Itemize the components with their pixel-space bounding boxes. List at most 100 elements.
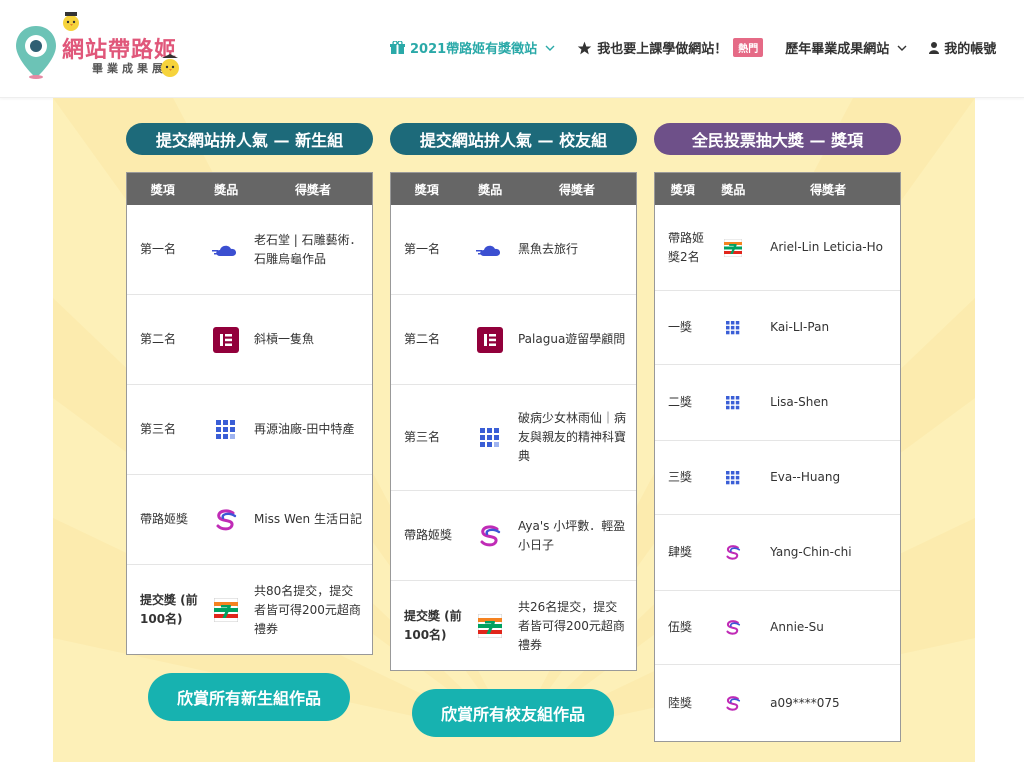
user-icon (929, 41, 940, 54)
header-winner: 得獎者 (558, 182, 595, 197)
winner-cell: 共80名提交，提交者皆可得200元超商禮券 (253, 583, 361, 636)
chevron-down-icon (897, 45, 907, 51)
table-row: 肆獎 Yang-Chin-chi (655, 515, 900, 591)
table-row: 提交獎 (前100名) 7 共26名提交，提交者皆可得200元超商禮券 (391, 581, 636, 671)
table-row: 第三名 再源油廠-田中特產 (127, 385, 372, 475)
table-row: 提交獎 (前100名) 7 共80名提交，提交者皆可得200元超商禮券 (127, 565, 372, 655)
s-logo-icon (711, 695, 757, 712)
public-vote-awards-table: 獎項 獎品 得獎者 帶路姬獎2名 7 Ariel-Lin Leticia-Ho … (654, 172, 901, 742)
winner-cell: 黑魚去旅行 (517, 242, 578, 256)
table-row: 第二名 Palagua遊留學顧問 (391, 295, 636, 385)
table-row: 伍獎 Annie-Su (655, 591, 900, 665)
logo-subtitle: 畢業成果展 (92, 62, 167, 75)
award-cell: 第一名 (404, 242, 441, 256)
winner-cell: Eva--Huang (770, 470, 841, 484)
main-nav: 2021帶路姬有獎徵站 我也要上課學做網站！ 熱門 歷年畢業成果網站 我的帳號 (390, 38, 1018, 57)
grid-icon (198, 419, 254, 440)
award-cell: 二獎 (668, 395, 693, 409)
winner-cell: 斜槓一隻魚 (253, 332, 314, 346)
elementor-icon (198, 326, 254, 353)
site-logo[interactable]: 網站帶路姬 畢業成果展 (12, 10, 187, 82)
grid-icon (711, 320, 757, 335)
award-cell: 帶路姬獎2名 (668, 230, 705, 264)
hot-badge: 熱門 (733, 38, 764, 57)
site-header: 網站帶路姬 畢業成果展 2021帶路姬有獎徵站 我也要上課學做網站！ 熱門 歷年… (0, 0, 1024, 98)
grid-icon (462, 427, 518, 448)
table-header: 獎項 獎品 得獎者 (655, 173, 900, 205)
grid-icon (711, 470, 757, 485)
s-logo-icon (711, 544, 757, 561)
map-pin-icon (16, 26, 56, 79)
table-row: 帶路姬獎2名 7 Ariel-Lin Leticia-Ho (655, 205, 900, 291)
table-row: 二獎 Lisa-Shen (655, 365, 900, 441)
nav-label: 我的帳號 (944, 42, 997, 57)
award-cell: 第二名 (140, 332, 177, 346)
winner-cell: Annie-Su (770, 620, 824, 634)
award-cell: 提交獎 (前100名) (140, 593, 198, 626)
nav-label: 歷年畢業成果網站 (785, 42, 890, 57)
awards-section: 提交網站拚人氣 — 新生組 獎項 獎品 得獎者 第一名 老石堂 | 石雕藝術．石… (53, 98, 975, 762)
table-row: 三獎 Eva--Huang (655, 441, 900, 515)
view-newcomer-works-button[interactable]: 欣賞所有新生組作品 (148, 673, 350, 721)
winner-cell: Miss Wen 生活日記 (253, 512, 362, 526)
view-alumni-works-button[interactable]: 欣賞所有校友組作品 (412, 689, 614, 737)
gift-icon (390, 40, 405, 55)
award-cell: 第三名 (140, 422, 177, 436)
award-cell: 提交獎 (前100名) (404, 609, 462, 642)
alumni-title: 提交網站拚人氣 — 校友組 (390, 123, 637, 155)
nav-item-courses[interactable]: 我也要上課學做網站！ 熱門 (577, 38, 764, 57)
chick-icon (63, 12, 79, 31)
chevron-down-icon (545, 45, 555, 51)
award-cell: 第三名 (404, 430, 441, 444)
table-row: 第二名 斜槓一隻魚 (127, 295, 372, 385)
winner-cell: Aya's 小坪數．輕盈小日子 (517, 518, 626, 552)
winner-cell: Yang-Chin-chi (770, 545, 852, 559)
winner-cell: 老石堂 | 石雕藝術．石雕烏龜作品 (253, 232, 362, 266)
header-award: 獎項 (150, 182, 175, 197)
cloud-icon (198, 242, 254, 258)
elementor-icon (462, 326, 518, 353)
header-award: 獎項 (670, 182, 695, 197)
award-cell: 第二名 (404, 332, 441, 346)
award-cell: 一獎 (668, 320, 693, 334)
star-icon (577, 41, 592, 55)
winner-cell: Palagua遊留學顧問 (517, 332, 626, 346)
s-logo-icon (462, 524, 518, 548)
header-winner: 得獎者 (294, 182, 331, 197)
table-row: 帶路姬獎 Aya's 小坪數．輕盈小日子 (391, 491, 636, 581)
winner-cell: a09****075 (770, 695, 840, 710)
table-header: 獎項 獎品 得獎者 (127, 173, 372, 205)
grid-icon (711, 395, 757, 410)
header-award: 獎項 (414, 182, 439, 197)
table-header: 獎項 獎品 得獎者 (391, 173, 636, 205)
award-cell: 三獎 (668, 470, 693, 484)
seven-eleven-icon: 7 (711, 238, 757, 257)
nav-item-past-sites[interactable]: 歷年畢業成果網站 (785, 38, 907, 57)
winner-cell: 破病少女林雨仙｜病友與親友的精神科寶典 (517, 411, 626, 463)
winner-cell: Lisa-Shen (770, 395, 829, 409)
winner-cell: 再源油廠-田中特產 (253, 422, 355, 436)
newcomer-awards-table: 獎項 獎品 得獎者 第一名 老石堂 | 石雕藝術．石雕烏龜作品 第二名 斜槓一隻… (126, 172, 373, 655)
table-row: 陸獎 a09****075 (655, 665, 900, 741)
header-prize: 獎品 (721, 182, 746, 197)
award-cell: 肆獎 (668, 545, 693, 559)
winner-cell: Ariel-Lin Leticia-Ho (770, 240, 883, 254)
svg-text:7: 7 (220, 602, 233, 622)
s-logo-icon (711, 619, 757, 636)
nav-item-account[interactable]: 我的帳號 (929, 38, 996, 57)
svg-text:7: 7 (729, 242, 738, 257)
table-row: 第一名 黑魚去旅行 (391, 205, 636, 295)
award-cell: 陸獎 (668, 695, 693, 710)
nav-item-contest[interactable]: 2021帶路姬有獎徵站 (390, 38, 555, 57)
header-prize: 獎品 (214, 182, 239, 197)
cloud-icon (462, 242, 518, 258)
award-cell: 帶路姬獎 (140, 512, 189, 526)
table-row: 第三名 破病少女林雨仙｜病友與親友的精神科寶典 (391, 385, 636, 491)
nav-label: 2021帶路姬有獎徵站 (410, 42, 538, 57)
s-logo-icon (198, 508, 254, 532)
seven-eleven-icon: 7 (198, 598, 254, 622)
chick-icon (161, 54, 179, 77)
table-row: 一獎 Kai-LI-Pan (655, 291, 900, 365)
award-cell: 第一名 (140, 242, 177, 256)
public-vote-title: 全民投票抽大獎 — 獎項 (654, 123, 901, 155)
